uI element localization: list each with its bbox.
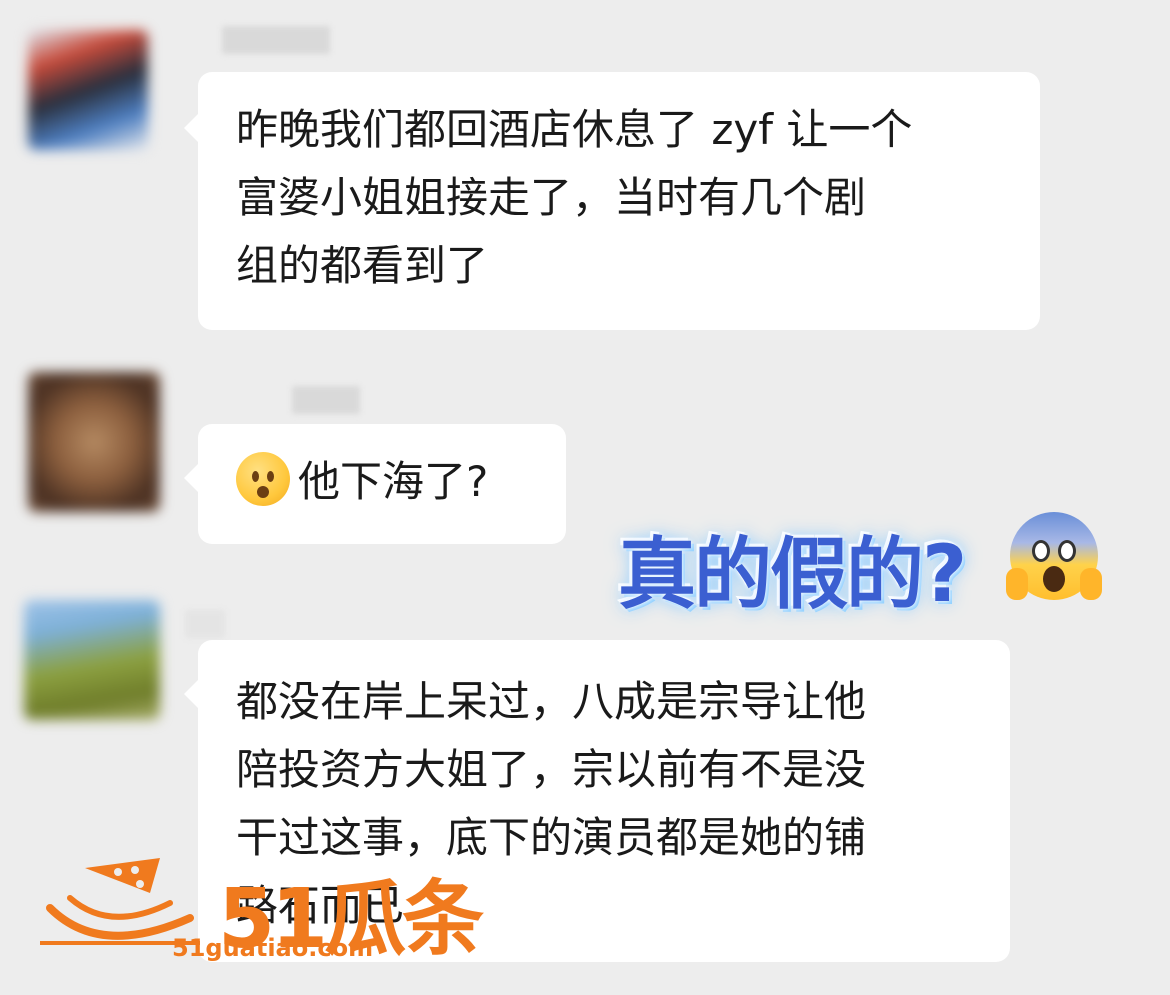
message-1-line-2: 富婆小姐姐接走了，当时有几个剧 bbox=[236, 173, 867, 222]
message-bubble-2[interactable]: 他下海了? bbox=[184, 424, 566, 544]
sender-nickname-2-blurred bbox=[292, 386, 360, 414]
watermark: 51瓜条 51guatiao.com bbox=[40, 848, 484, 978]
message-2-text: 他下海了? bbox=[298, 457, 489, 506]
worried-face-icon bbox=[236, 452, 290, 506]
sender-nickname-3-blurred bbox=[185, 610, 225, 638]
sender-avatar-2[interactable] bbox=[28, 372, 160, 512]
screaming-face-icon bbox=[1006, 512, 1102, 600]
message-bubble-1[interactable]: 昨晚我们都回酒店休息了 zyf 让一个 富婆小姐姐接走了，当时有几个剧 组的都看… bbox=[184, 72, 1040, 330]
message-1-line-3: 组的都看到了 bbox=[236, 241, 489, 290]
sender-avatar-3[interactable] bbox=[24, 600, 160, 720]
sender-nickname-1-blurred bbox=[222, 26, 330, 54]
message-3-line-1: 都没在岸上呆过，八成是宗导让他 bbox=[236, 677, 867, 726]
message-3-line-2: 陪投资方大姐了，宗以前有不是没 bbox=[236, 745, 867, 794]
watermark-url: 51guatiao.com bbox=[172, 934, 374, 962]
sticker-caption: 真的假的? bbox=[618, 530, 967, 620]
sender-avatar-1[interactable] bbox=[28, 30, 148, 150]
message-1-line-1: 昨晚我们都回酒店休息了 zyf 让一个 bbox=[236, 105, 913, 154]
